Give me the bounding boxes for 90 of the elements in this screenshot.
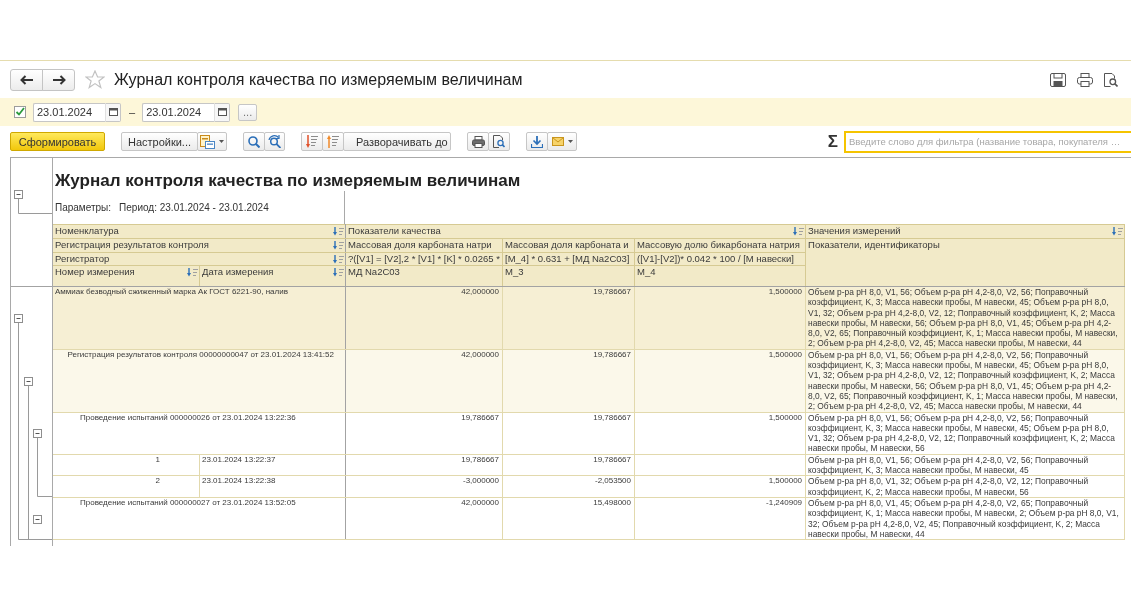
table-cell: Объем р-ра pH 8,0, V1, 56; Объем р-ра pH 4,2-8,0, V2, 56; Поправочный коэффициент, K, 3; Масса навески пробы, М навески, 45; Объем р-ра pH 8,0, V1, 32; Объем р-ра pH 4,2-8,0, V2, 12; Поправочный коэффициент, K, 2; Масса навески пробы, М навески, 56; Объем р-ра pH 8,0, V1, 45; Объем р-ра pH 4,2-8,0, V2, 65; Поправочный коэффициент, K, 1; Масса навески пробы, М навески, 2; Объем р-ра pH 4,2-8,0, V2, 45; Масса навески пробы, М навески, 44: [805, 349, 1125, 413]
minus-box-icon[interactable]: [14, 190, 23, 199]
sort-descending-button[interactable]: [301, 132, 323, 151]
table-cell: Объем р-ра pH 8,0, V1, 56; Объем р-ра pH 4,2-8,0, V2, 56; Поправочный коэффициент, K, 3; Масса навески пробы, М навески, 45: [805, 454, 1125, 476]
table-cell: Проведение испытаний 000000026 от 23.01.2024 13:22:36: [52, 412, 346, 455]
settings-button[interactable]: Настройки...: [121, 132, 198, 151]
left-arrow-icon: [19, 74, 34, 85]
sort-descending-icon: [306, 135, 318, 148]
period-select-button[interactable]: ...: [238, 103, 258, 121]
sort-icon[interactable]: [793, 226, 805, 236]
table-cell: 1,500000: [634, 286, 806, 350]
sort-ascending-button[interactable]: [322, 132, 344, 151]
sort-icon[interactable]: [333, 254, 344, 264]
document-icon: [200, 134, 215, 149]
calendar-button[interactable]: [214, 102, 231, 122]
table-cell: Регистрация результатов контроля 00000000047 от 23.01.2024 13:41:52: [52, 349, 346, 413]
sort-icon[interactable]: [333, 240, 344, 250]
minus-box-icon[interactable]: [24, 377, 33, 386]
table-cell: 1,500000: [634, 349, 806, 413]
column-title: Значения измерений: [808, 225, 901, 237]
table-cell: Объем р-ра pH 8,0, V1, 56; Объем р-ра pH 4,2-8,0, V2, 56; Поправочный коэффициент, K, 3; Масса навески пробы, М навески, 45; Объем р-ра pH 8,0, V1, 32; Объем р-ра pH 4,2-8,0, V2, 12; Поправочный коэффициент, K, 2; Масса навески пробы, М навески, 56; Объем р-ра pH 8,0, V1, 45; Объем р-ра pH 4,2-8,0, V2, 65; Поправочный коэффициент, K, 1; Масса навески пробы, М навески, 2; Объем р-ра pH 4,2-8,0, V2, 45; Масса навески пробы, М навески, 44: [805, 286, 1125, 350]
date-field[interactable]: 23.01.2024: [142, 102, 215, 122]
generate-button[interactable]: Сформировать: [10, 132, 105, 151]
table-cell: Объем р-ра pH 8,0, V1, 32; Объем р-ра pH 4,2-8,0, V2, 12; Поправочный коэффициент, K, 2; Масса навески пробы, М навески, 56: [805, 475, 1125, 498]
column-title: Регистратор: [55, 253, 110, 265]
print-button[interactable]: [467, 132, 489, 151]
period-checkbox[interactable]: [14, 106, 26, 118]
sort-icon[interactable]: [1112, 226, 1124, 236]
preview-button[interactable]: [488, 132, 510, 151]
minus-box-icon[interactable]: [33, 515, 42, 524]
column-title: Показатели качества: [348, 225, 441, 237]
table-cell: -1,240909: [634, 497, 806, 540]
caret-icon: [219, 140, 224, 143]
document-search-icon: [493, 135, 505, 148]
filter-field[interactable]: Введите слово для фильтра (название товара, покупателя …: [844, 130, 1131, 153]
minus-box-icon[interactable]: [14, 314, 23, 323]
table-cell: Объем р-ра pH 8,0, V1, 45; Объем р-ра pH 4,2-8,0, V2, 65; Поправочный коэффициент, K, 1; Масса навески пробы, М навески, 2; Объем р-ра pH 8,0, V1, 32; Объем р-ра pH 4,2-8,0, V2, 45; Поправочный коэффициент, K, 2; Масса навески пробы, М навески, 44: [805, 497, 1125, 540]
table-cell: -3,000000: [345, 475, 503, 498]
table-cell: 19,786667: [502, 349, 635, 413]
download-icon: [531, 135, 543, 148]
calendar-icon: [108, 108, 118, 116]
sum-button[interactable]: Σ: [827, 131, 838, 152]
settings-menu-button[interactable]: [197, 132, 227, 151]
forward-button[interactable]: [42, 68, 75, 91]
email-button[interactable]: [547, 132, 577, 151]
date-field[interactable]: 23.01.2024: [33, 102, 105, 122]
sort-icon[interactable]: [333, 226, 344, 236]
caret-icon: [567, 140, 573, 143]
column-header: Показатели, идентификаторы: [805, 238, 1125, 287]
parameters-label: Параметры:: [55, 202, 112, 213]
date-separator: –: [129, 106, 136, 118]
calendar-button[interactable]: [105, 102, 121, 122]
table-cell: 1,500000: [634, 475, 806, 498]
envelope-icon: [551, 137, 564, 146]
window-title: Журнал контроля качества по измеряемым величинам: [114, 70, 523, 89]
table-cell: Проведение испытаний 000000027 от 23.01.2024 13:52:05: [52, 497, 346, 540]
table-cell: 19,786667: [502, 286, 635, 350]
right-arrow-icon: [51, 74, 66, 85]
printer-icon: [471, 135, 485, 148]
calendar-icon: [217, 108, 227, 116]
table-cell: 19,786667: [345, 412, 503, 455]
search-refresh-button[interactable]: [264, 132, 285, 151]
column-title: Номенклатура: [55, 225, 119, 237]
printer-icon[interactable]: [1077, 72, 1093, 87]
star-icon[interactable]: [85, 70, 105, 89]
table-cell: 42,000000: [345, 286, 503, 350]
search-icon: [248, 135, 260, 148]
document-search-icon[interactable]: [1104, 72, 1118, 87]
column-title: Регистрация результатов контроля: [55, 239, 209, 251]
table-cell: 1,500000: [634, 412, 806, 455]
table-cell: Объем р-ра pH 8,0, V1, 56; Объем р-ра pH 4,2-8,0, V2, 56; Поправочный коэффициент, K, 3; Масса навески пробы, М навески, 45; Объем р-ра pH 8,0, V1, 32; Объем р-ра pH 4,2-8,0, V2, 12; Поправочный коэффициент, K, 2; Масса навески пробы, М навески, 56: [805, 412, 1125, 455]
save-icon[interactable]: [1050, 72, 1066, 87]
magnifier-refresh-icon: [268, 135, 281, 148]
download-button[interactable]: [526, 132, 548, 151]
report-title: Журнал контроля качества по измеряемым величинам: [54, 171, 522, 191]
table-cell: 42,000000: [345, 349, 503, 413]
column-title: Номер измерения: [55, 266, 135, 278]
minus-box-icon[interactable]: [33, 429, 42, 438]
expand-to-button[interactable]: Разворачивать до: [343, 132, 451, 151]
table-cell: Аммиак безводный сжиженный марка Ак ГОСТ 6221-90, налив: [52, 286, 346, 350]
period-value: Период: 23.01.2024 - 23.01.2024: [119, 202, 269, 213]
sort-icon[interactable]: [333, 267, 344, 277]
sort-ascending-icon: [327, 135, 339, 148]
table-cell: 19,786667: [502, 412, 635, 455]
search-button[interactable]: [243, 132, 265, 151]
column-title: Дата измерения: [202, 266, 274, 278]
table-cell: 15,498000: [502, 497, 635, 540]
table-cell: 42,000000: [345, 497, 503, 540]
back-button[interactable]: [10, 68, 43, 91]
sort-icon[interactable]: [187, 267, 198, 277]
